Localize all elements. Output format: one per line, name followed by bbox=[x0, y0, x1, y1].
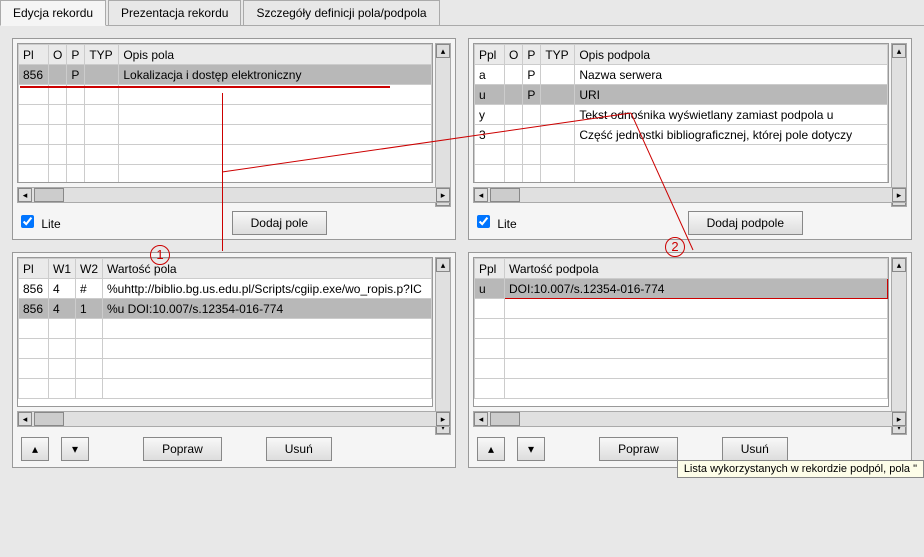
table-row[interactable]: uPURI bbox=[475, 85, 888, 105]
correct-field-button[interactable]: Popraw bbox=[143, 437, 222, 461]
table-row[interactable]: 3Część jednostki bibliograficznej, które… bbox=[475, 125, 888, 145]
table-row-empty bbox=[19, 359, 432, 379]
tab-bar: Edycja rekordu Prezentacja rekordu Szcze… bbox=[0, 0, 924, 26]
field-value-grid[interactable]: Pl W1 W2 Wartość pola 8564#%uhttp://bibl… bbox=[18, 258, 432, 399]
tab-field-details[interactable]: Szczegóły definicji pola/podpola bbox=[243, 0, 439, 25]
tab-present-record[interactable]: Prezentacja rekordu bbox=[108, 0, 241, 25]
field-value-panel: Pl W1 W2 Wartość pola 8564#%uhttp://bibl… bbox=[12, 252, 456, 468]
move-down-button[interactable]: ▾ bbox=[61, 437, 89, 461]
scroll-thumb[interactable] bbox=[34, 188, 64, 202]
table-row-empty bbox=[19, 379, 432, 399]
vertical-scrollbar[interactable]: ▴ ▾ bbox=[891, 257, 907, 435]
vertical-scrollbar[interactable]: ▴ ▾ bbox=[435, 257, 451, 435]
col-o: O bbox=[49, 45, 67, 65]
table-row-empty bbox=[19, 319, 432, 339]
field-definition-grid[interactable]: Pl O P TYP Opis pola 856 P bbox=[18, 44, 432, 183]
move-down-button[interactable]: ▾ bbox=[517, 437, 545, 461]
table-row-empty bbox=[475, 145, 888, 165]
lite-checkbox[interactable] bbox=[477, 215, 490, 228]
field-definition-panel: Pl O P TYP Opis pola 856 P bbox=[12, 38, 456, 240]
tooltip: Lista wykorzystanych w rekordzie podpól,… bbox=[677, 460, 924, 478]
table-row[interactable]: u DOI:10.007/s.12354-016-774 bbox=[475, 279, 888, 299]
subfield-definition-grid[interactable]: Ppl O P TYP Opis podpola aPNazwa serwera… bbox=[474, 44, 888, 183]
table-row-empty bbox=[19, 165, 432, 184]
lite-checkbox[interactable] bbox=[21, 215, 34, 228]
correct-subfield-button[interactable]: Popraw bbox=[599, 437, 678, 461]
horizontal-scrollbar[interactable]: ◂ ▸ bbox=[17, 411, 451, 427]
table-row-empty bbox=[475, 359, 888, 379]
table-row[interactable]: 856 P Lokalizacja i dostęp elektroniczny bbox=[19, 65, 432, 85]
col-ppl: Ppl bbox=[475, 45, 505, 65]
scroll-up-icon: ▴ bbox=[892, 44, 906, 58]
add-field-button[interactable]: Dodaj pole bbox=[232, 211, 327, 235]
table-row-empty bbox=[19, 105, 432, 125]
delete-subfield-button[interactable]: Usuń bbox=[722, 437, 788, 461]
col-opis: Opis pola bbox=[119, 45, 432, 65]
table-row-empty bbox=[19, 339, 432, 359]
table-row-empty bbox=[475, 299, 888, 319]
col-typ: TYP bbox=[85, 45, 119, 65]
subfield-definition-panel: Ppl O P TYP Opis podpola aPNazwa serwera… bbox=[468, 38, 912, 240]
tab-edit-record[interactable]: Edycja rekordu bbox=[0, 0, 106, 26]
vertical-scrollbar[interactable]: ▴ ▾ bbox=[891, 43, 907, 207]
table-row-empty bbox=[19, 145, 432, 165]
vertical-scrollbar[interactable]: ▴ ▾ bbox=[435, 43, 451, 207]
table-row-empty bbox=[19, 125, 432, 145]
horizontal-scrollbar[interactable]: ◂ ▸ bbox=[473, 187, 907, 203]
horizontal-scrollbar[interactable]: ◂ ▸ bbox=[17, 187, 451, 203]
table-row-empty bbox=[475, 165, 888, 184]
table-row-empty bbox=[475, 379, 888, 399]
scroll-left-icon[interactable]: ◂ bbox=[18, 188, 32, 202]
table-row[interactable]: aPNazwa serwera bbox=[475, 65, 888, 85]
col-pl: Pl bbox=[19, 45, 49, 65]
move-up-button[interactable]: ▴ bbox=[477, 437, 505, 461]
scroll-right-icon[interactable]: ▸ bbox=[436, 188, 450, 202]
table-row-empty bbox=[475, 319, 888, 339]
subfield-value-grid[interactable]: Ppl Wartość podpola u DOI:10.007/s.12354… bbox=[474, 258, 888, 399]
table-row[interactable]: 8564#%uhttp://biblio.bg.us.edu.pl/Script… bbox=[19, 279, 432, 299]
lite-checkbox-label[interactable]: Lite bbox=[477, 215, 517, 231]
table-row-empty bbox=[475, 339, 888, 359]
col-p: P bbox=[67, 45, 85, 65]
scroll-up-icon[interactable]: ▴ bbox=[436, 44, 450, 58]
delete-field-button[interactable]: Usuń bbox=[266, 437, 332, 461]
add-subfield-button[interactable]: Dodaj podpole bbox=[688, 211, 803, 235]
subfield-value-panel: Ppl Wartość podpola u DOI:10.007/s.12354… bbox=[468, 252, 912, 468]
table-row[interactable]: yTekst odnośnika wyświetlany zamiast pod… bbox=[475, 105, 888, 125]
move-up-button[interactable]: ▴ bbox=[21, 437, 49, 461]
lite-checkbox-label[interactable]: Lite bbox=[21, 215, 61, 231]
horizontal-scrollbar[interactable]: ◂ ▸ bbox=[473, 411, 907, 427]
table-row[interactable]: 85641%u DOI:10.007/s.12354-016-774 bbox=[19, 299, 432, 319]
